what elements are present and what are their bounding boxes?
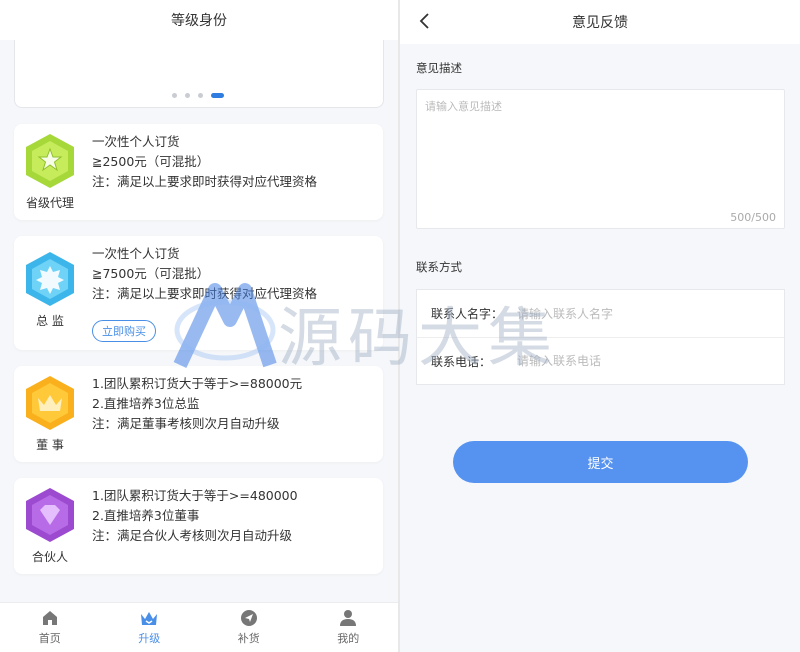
requirement-note: 注：满足以上要求即时获得对应代理资格 <box>92 174 318 189</box>
carousel-dot[interactable] <box>185 93 190 98</box>
crown-icon <box>141 612 158 625</box>
page-title: 意见反馈 <box>572 15 628 31</box>
requirement-line: 1.团队累积订货大于等于>=480000 <box>92 488 298 503</box>
tab-label: 我的 <box>337 632 360 645</box>
level-badge: 总 监 <box>22 250 78 329</box>
description-label: 意见描述 <box>416 61 462 75</box>
tab-home[interactable]: 首页 <box>0 603 100 652</box>
navigation-icon <box>240 610 257 626</box>
contact-phone-input[interactable] <box>517 354 784 368</box>
tab-label: 升级 <box>138 632 161 645</box>
diamond-hexagon-icon <box>26 488 74 542</box>
description-box: 500/500 <box>416 89 785 229</box>
requirement-line: 一次性个人订货 <box>92 246 180 261</box>
bottom-tab-bar: 首页 升级 补货 我的 <box>0 602 398 652</box>
level-card-partner[interactable]: 合伙人 1.团队累积订货大于等于>=480000 2.直推培养3位董事 注：满足… <box>14 478 383 574</box>
level-requirements: 一次性个人订货 ≧2500元（可混批） 注：满足以上要求即时获得对应代理资格 <box>92 132 317 192</box>
level-card-board[interactable]: 董 事 1.团队累积订货大于等于>=88000元 2.直推培养3位总监 注：满足… <box>14 366 383 462</box>
buy-now-button[interactable]: 立即购买 <box>92 320 156 342</box>
carousel-dot[interactable] <box>172 93 177 98</box>
tab-label: 补货 <box>237 632 260 645</box>
requirement-line: ≧7500元（可混批） <box>92 266 210 281</box>
right-header: 意见反馈 <box>400 0 800 44</box>
contact-box: 联系人名字： 联系电话： <box>416 289 785 385</box>
submit-button[interactable]: 提交 <box>453 441 748 483</box>
requirement-note: 注：满足董事考核则次月自动升级 <box>92 416 280 431</box>
requirement-note: 注：满足合伙人考核则次月自动升级 <box>92 528 293 543</box>
level-name: 董 事 <box>36 438 64 452</box>
requirement-line: ≧2500元（可混批） <box>92 154 210 169</box>
requirement-line: 2.直推培养3位总监 <box>92 396 200 411</box>
back-button[interactable] <box>418 12 430 34</box>
home-icon <box>42 611 57 625</box>
carousel-dot-active[interactable] <box>211 93 224 98</box>
level-requirements: 1.团队累积订货大于等于>=480000 2.直推培养3位董事 注：满足合伙人考… <box>92 486 298 546</box>
contact-label: 联系方式 <box>416 260 462 274</box>
crown-hexagon-icon <box>26 376 74 430</box>
level-identity-panel: 等级身份 省级代理 一次性个人订货 ≧2500元（可混批） 注：满足以上要求即时… <box>0 0 398 652</box>
description-textarea[interactable] <box>417 90 784 200</box>
level-badge: 董 事 <box>22 374 78 453</box>
contact-phone-label: 联系电话： <box>431 354 492 369</box>
contact-name-row: 联系人名字： <box>417 290 784 337</box>
level-name: 总 监 <box>36 314 64 328</box>
requirement-line: 一次性个人订货 <box>92 134 180 149</box>
carousel-dot[interactable] <box>198 93 203 98</box>
tab-mine[interactable]: 我的 <box>299 603 399 652</box>
requirement-line: 1.团队累积订货大于等于>=88000元 <box>92 376 303 391</box>
level-badge: 合伙人 <box>22 486 78 565</box>
level-name: 省级代理 <box>25 196 74 210</box>
feedback-panel: 意见反馈 意见描述 500/500 联系方式 联系人名字： 联系电话： 提交 <box>400 0 800 652</box>
chevron-left-icon <box>419 13 429 29</box>
level-badge: 省级代理 <box>22 132 78 211</box>
contact-name-label: 联系人名字： <box>431 307 504 321</box>
char-counter: 500/500 <box>730 211 776 224</box>
carousel-dots <box>172 93 224 98</box>
user-icon <box>340 610 357 626</box>
left-header: 等级身份 <box>0 0 398 40</box>
gear-hexagon-icon <box>26 252 74 306</box>
star-hexagon-icon <box>26 134 74 188</box>
level-card-provincial[interactable]: 省级代理 一次性个人订货 ≧2500元（可混批） 注：满足以上要求即时获得对应代… <box>14 124 383 220</box>
tab-label: 首页 <box>38 632 61 645</box>
tab-restock[interactable]: 补货 <box>199 603 299 652</box>
tab-upgrade[interactable]: 升级 <box>100 603 200 652</box>
contact-phone-row: 联系电话： <box>417 337 784 384</box>
level-requirements: 1.团队累积订货大于等于>=88000元 2.直推培养3位总监 注：满足董事考核… <box>92 374 302 434</box>
requirement-line: 2.直推培养3位董事 <box>92 508 200 523</box>
level-requirements: 一次性个人订货 ≧7500元（可混批） 注：满足以上要求即时获得对应代理资格 <box>92 244 317 304</box>
level-card-director[interactable]: 总 监 一次性个人订货 ≧7500元（可混批） 注：满足以上要求即时获得对应代理… <box>14 236 383 350</box>
page-title: 等级身份 <box>171 13 227 29</box>
contact-name-input[interactable] <box>517 306 784 321</box>
level-name: 合伙人 <box>31 550 68 564</box>
banner-carousel[interactable] <box>14 40 384 108</box>
requirement-note: 注：满足以上要求即时获得对应代理资格 <box>92 286 318 301</box>
